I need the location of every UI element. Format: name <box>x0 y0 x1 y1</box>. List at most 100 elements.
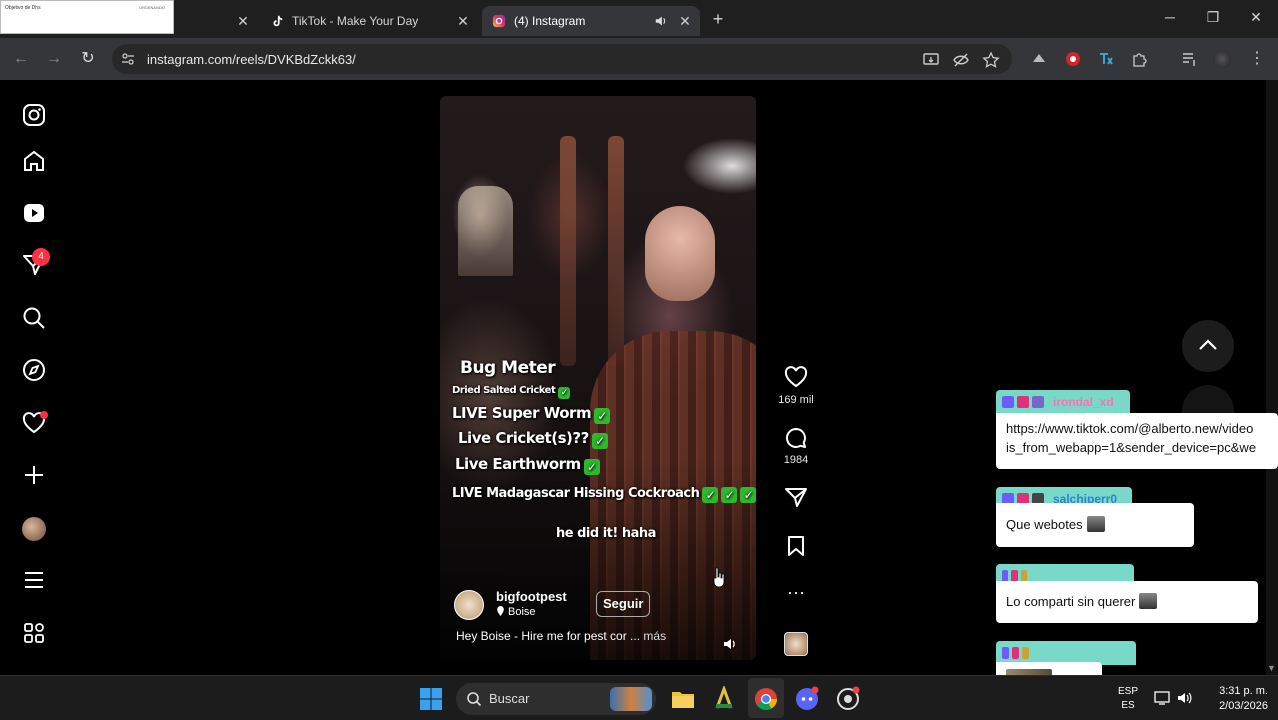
forward-button[interactable]: → <box>43 48 65 70</box>
notification-dot <box>40 411 48 419</box>
minimize-button[interactable]: ─ <box>1158 9 1182 25</box>
search-icon <box>467 692 482 707</box>
preview-text: ORDENANDO <box>138 5 165 10</box>
person-head <box>645 206 715 301</box>
install-app-icon[interactable] <box>922 51 940 69</box>
new-tab-button[interactable]: + <box>708 9 728 30</box>
share-icon[interactable] <box>784 485 808 509</box>
language-indicator[interactable]: ESP ES <box>1114 685 1142 713</box>
background-pillar <box>560 136 576 366</box>
restore-button[interactable]: ❐ <box>1201 9 1225 26</box>
checkmark-icon: ✓ <box>594 408 611 424</box>
tab-instagram[interactable]: (4) Instagram ✕ <box>482 6 700 36</box>
preview-title: Objetivo de Dhs <box>5 5 41 11</box>
eye-off-icon[interactable] <box>952 51 970 69</box>
page-scrollbar[interactable]: ▼ <box>1266 80 1278 675</box>
close-icon[interactable]: ✕ <box>454 12 472 30</box>
address-bar[interactable]: instagram.com/reels/DVKBdZckk63/ <box>112 44 1012 74</box>
close-icon[interactable]: ✕ <box>676 12 694 30</box>
checkmark-icon: ✓ <box>740 487 756 503</box>
close-icon[interactable]: ✕ <box>234 12 252 30</box>
chat-message-header: irondal_xd <box>996 390 1130 414</box>
chat-badge-icon <box>1002 647 1009 659</box>
taskbar-search[interactable]: Buscar <box>456 683 656 715</box>
chat-badge-icon <box>1022 647 1029 659</box>
previous-reel-button[interactable] <box>1182 320 1234 372</box>
tab-tiktok[interactable]: TikTok - Make Your Day ✕ <box>260 6 478 36</box>
explore-icon[interactable] <box>21 357 47 383</box>
media-control-icon[interactable] <box>1181 50 1199 68</box>
instagram-logo-icon[interactable] <box>21 102 47 128</box>
adblock-icon[interactable] <box>1064 50 1082 68</box>
system-clock[interactable]: 3:31 p. m. 2/03/2026 <box>1198 684 1268 714</box>
author-location[interactable]: Boise <box>496 606 536 618</box>
overlay-line: LIVE Madagascar Hissing Cockroach ✓ ✓ ✓ <box>452 486 756 503</box>
bookmark-star-icon[interactable] <box>982 51 1000 69</box>
overlay-title: Bug Meter <box>460 358 556 378</box>
reel-author: bigfootpest Boise Seguir <box>454 588 744 624</box>
chat-message-text: Lo comparti sin querer <box>996 581 1258 623</box>
comment-icon[interactable] <box>784 426 808 450</box>
chat-badge-icon <box>1032 396 1044 408</box>
profile-avatar[interactable] <box>22 517 46 541</box>
browser-toolbar: ← → ↻ instagram.com/reels/DVKBdZckk63/ ⋮ <box>0 38 1278 80</box>
overlay-subtitle: he did it! haha <box>556 526 656 541</box>
sidebar-nav: 4 <box>0 80 68 675</box>
volume-icon[interactable] <box>1176 690 1194 706</box>
tab-title: (4) Instagram <box>514 14 586 28</box>
windows-start-icon[interactable] <box>418 686 444 712</box>
chat-username: irondal_xd <box>1053 395 1114 409</box>
reel-video[interactable]: Bug Meter Dried Salted Cricket ✓ LIVE Sup… <box>440 96 756 660</box>
translate-extension-icon[interactable] <box>1097 50 1115 68</box>
speaker-icon[interactable] <box>722 636 738 652</box>
home-icon[interactable] <box>21 148 47 174</box>
search-icon[interactable] <box>21 305 47 331</box>
overlay-line: LIVE Super Worm ✓ <box>452 404 611 424</box>
overlay-line: Dried Salted Cricket ✓ <box>452 385 571 399</box>
reels-icon[interactable] <box>21 200 47 226</box>
chat-message-text: https://www.tiktok.com/@alberto.new/vide… <box>996 413 1278 469</box>
overlay-line: Live Cricket(s)?? ✓ <box>458 429 608 449</box>
chat-emote-image <box>1139 593 1158 609</box>
checkmark-icon: ✓ <box>558 387 571 399</box>
author-username[interactable]: bigfootpest <box>496 589 567 604</box>
site-settings-icon[interactable] <box>120 51 136 67</box>
chrome-icon[interactable] <box>753 686 779 712</box>
save-bookmark-icon[interactable] <box>784 534 808 558</box>
speaker-icon[interactable] <box>654 14 668 28</box>
more-options-icon[interactable]: ··· <box>784 583 808 607</box>
follow-button[interactable]: Seguir <box>596 591 651 617</box>
chat-badge-icon <box>1002 396 1014 408</box>
extension-icon[interactable] <box>1030 50 1048 68</box>
author-avatar[interactable] <box>454 590 484 620</box>
scroll-down-arrow-icon: ▼ <box>1267 663 1276 673</box>
file-explorer-icon[interactable] <box>670 686 696 712</box>
back-button[interactable]: ← <box>10 48 32 70</box>
chat-emote-image <box>1086 516 1105 532</box>
close-window-button[interactable]: ✕ <box>1244 9 1268 26</box>
also-from-meta-icon[interactable] <box>21 620 47 646</box>
more-menu-icon[interactable] <box>21 567 47 593</box>
obs-icon[interactable] <box>835 686 861 712</box>
discord-icon[interactable] <box>794 686 820 712</box>
profile-avatar[interactable] <box>1213 50 1231 68</box>
menu-icon[interactable]: ⋮ <box>1248 50 1266 68</box>
subscriber-badge-icon <box>1017 396 1029 408</box>
subscriber-badge-icon <box>1012 647 1019 659</box>
overlay-line: Live Earthworm ✓ <box>455 455 600 475</box>
tiktok-icon <box>273 15 283 27</box>
instagram-icon <box>492 14 506 28</box>
app-icon[interactable] <box>711 686 737 712</box>
audio-thumbnail[interactable] <box>784 632 808 656</box>
network-icon[interactable] <box>1153 690 1171 706</box>
create-plus-icon[interactable] <box>21 462 47 488</box>
reel-caption[interactable]: Hey Boise - Hire me for pest cor ... más <box>456 629 666 643</box>
like-heart-icon[interactable] <box>784 365 808 389</box>
caption-more-link[interactable]: más <box>643 629 666 643</box>
reload-button[interactable]: ↻ <box>77 48 99 70</box>
puzzle-icon[interactable] <box>1131 50 1149 68</box>
browser-tab-strip: be ✕ Objetivo de Dhs ORDENANDO TikTok - … <box>0 0 1278 38</box>
likes-count: 169 mil <box>778 394 814 406</box>
checkmark-icon: ✓ <box>702 487 719 503</box>
location-pin-icon <box>497 606 504 616</box>
